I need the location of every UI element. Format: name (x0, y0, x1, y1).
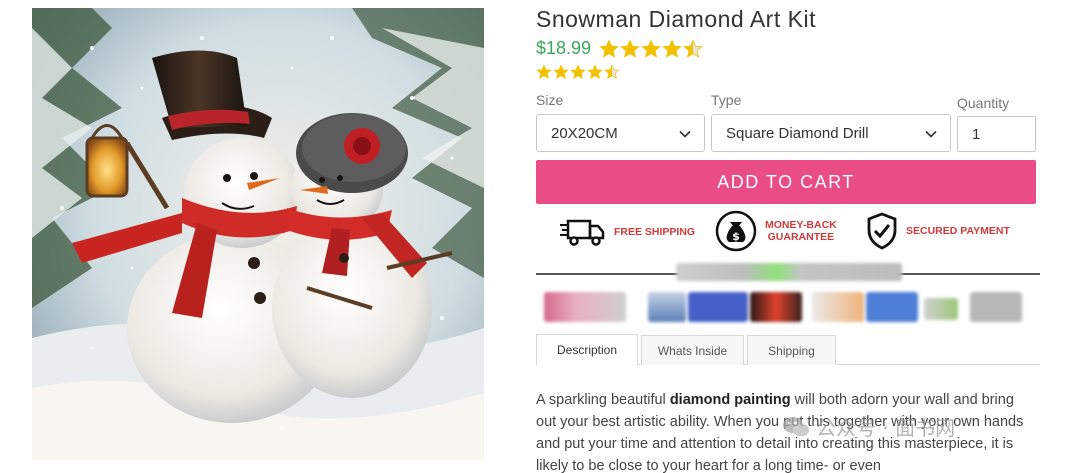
money-back-badge: $ MONEY-BACK GUARANTEE (715, 210, 837, 252)
price-row: $18.99 (536, 38, 703, 59)
payment-logo (648, 292, 686, 322)
payment-logo (544, 292, 626, 322)
payment-logo (866, 292, 918, 322)
tab-whats-inside[interactable]: Whats Inside (641, 335, 744, 365)
product-image[interactable] (32, 8, 484, 460)
tab-shipping[interactable]: Shipping (747, 335, 836, 365)
quantity-value: 1 (972, 125, 981, 143)
watermark-text: 公众号 · 面书网 (816, 416, 956, 440)
star-full-icon (599, 39, 619, 58)
type-label: Type (711, 92, 742, 108)
star-full-icon (587, 64, 603, 79)
size-select[interactable]: 20X20CM (536, 114, 705, 152)
star-half-icon (683, 39, 703, 58)
payment-logo (750, 292, 802, 322)
money-back-line1: MONEY-BACK (765, 219, 837, 231)
payment-logo (970, 292, 1022, 322)
add-to-cart-button[interactable]: ADD TO CART (536, 160, 1036, 204)
description-text: A sparkling beautiful (536, 392, 670, 408)
star-full-icon (641, 39, 661, 58)
quantity-input[interactable]: 1 (957, 116, 1036, 152)
payment-logo (812, 292, 864, 322)
review-stars[interactable] (536, 64, 620, 80)
quantity-label: Quantity (957, 95, 1010, 111)
payment-logo (688, 292, 748, 322)
type-select-value: Square Diamond Drill (726, 124, 869, 142)
watermark: 公众号 · 面书网 (782, 412, 955, 441)
wechat-icon (783, 416, 809, 436)
free-shipping-label: FREE SHIPPING (614, 226, 696, 238)
product-tabs: Description Whats Inside Shipping (536, 333, 1040, 365)
tab-description[interactable]: Description (536, 334, 638, 365)
product-title: Snowman Diamond Art Kit (536, 6, 816, 32)
secured-payment-label: SECURED PAYMENT (906, 225, 1010, 237)
star-half-icon (604, 64, 620, 79)
star-full-icon (570, 64, 586, 79)
chevron-down-icon (925, 130, 937, 138)
description-bold: diamond painting (669, 392, 791, 408)
type-select[interactable]: Square Diamond Drill (711, 114, 951, 152)
money-back-line2: GUARANTEE (767, 231, 835, 243)
svg-text:$: $ (732, 230, 740, 243)
rating-stars[interactable] (599, 39, 703, 59)
shield-check-icon (867, 212, 897, 250)
star-full-icon (662, 39, 682, 58)
size-label: Size (536, 92, 564, 108)
money-back-label: MONEY-BACK GUARANTEE (765, 219, 837, 243)
star-full-icon (553, 64, 569, 79)
chevron-down-icon (679, 130, 691, 138)
money-bag-icon: $ (715, 210, 757, 252)
snowman-painting (32, 8, 484, 460)
truck-icon (560, 219, 605, 246)
free-shipping-badge: FREE SHIPPING (560, 216, 695, 248)
star-full-icon (620, 39, 640, 58)
product-price: $18.99 (536, 38, 592, 58)
star-full-icon (536, 64, 552, 79)
payment-logo (924, 298, 958, 320)
size-select-value: 20X20CM (551, 124, 618, 142)
trust-badges: FREE SHIPPING $ MONEY-BACK GUARANTEE SEC… (560, 210, 1030, 256)
secured-payment-badge: SECURED PAYMENT (866, 212, 1010, 250)
obscured-text (676, 263, 902, 281)
